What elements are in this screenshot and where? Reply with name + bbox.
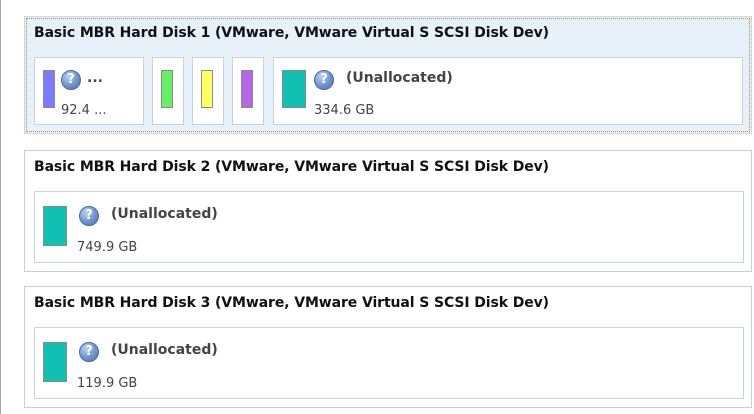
disk-2-title: Basic MBR Hard Disk 2 (VMware, VMware Vi…: [34, 159, 549, 175]
partition-size: 749.9 GB: [77, 240, 138, 255]
disk-2-partition-unallocated[interactable]: ? (Unallocated) 749.9 GB: [34, 191, 744, 263]
help-question-icon: ?: [61, 70, 81, 90]
partition-color-bar: [43, 206, 67, 246]
disk-3-row[interactable]: Basic MBR Hard Disk 3 (VMware, VMware Vi…: [24, 286, 752, 408]
disk-map-panel: Basic MBR Hard Disk 1 (VMware, VMware Vi…: [0, 0, 754, 414]
disk-1-partition-4[interactable]: [232, 57, 264, 125]
partition-color-bar: [241, 70, 253, 108]
partition-label: ...: [87, 70, 103, 86]
partition-label: (Unallocated): [111, 206, 218, 222]
disk-2-row[interactable]: Basic MBR Hard Disk 2 (VMware, VMware Vi…: [24, 150, 752, 272]
partition-label: (Unallocated): [111, 342, 218, 358]
disk-3-partition-unallocated[interactable]: ? (Unallocated) 119.9 GB: [34, 327, 744, 399]
partition-color-bar: [43, 70, 55, 108]
help-question-icon: ?: [79, 206, 99, 226]
disk-1-partition-unallocated[interactable]: ? (Unallocated) 334.6 GB: [273, 57, 743, 125]
disk-1-partition-2[interactable]: [152, 57, 184, 125]
disk-1-title: Basic MBR Hard Disk 1 (VMware, VMware Vi…: [34, 25, 549, 41]
partition-color-bar: [201, 70, 213, 108]
partition-size: 92.4 ...: [61, 103, 107, 118]
partition-color-bar: [161, 70, 173, 108]
partition-size: 119.9 GB: [77, 376, 138, 391]
disk-3-title: Basic MBR Hard Disk 3 (VMware, VMware Vi…: [34, 295, 549, 311]
disk-1-partition-1[interactable]: ? ... 92.4 ...: [34, 57, 144, 125]
partition-size: 334.6 GB: [314, 103, 375, 118]
partition-color-bar: [282, 70, 306, 108]
partition-color-bar: [43, 342, 67, 382]
help-question-icon: ?: [79, 342, 99, 362]
help-question-icon: ?: [314, 70, 334, 90]
partition-label: (Unallocated): [346, 70, 453, 86]
disk-1-row[interactable]: Basic MBR Hard Disk 1 (VMware, VMware Vi…: [24, 16, 752, 134]
disk-1-partition-3[interactable]: [192, 57, 224, 125]
